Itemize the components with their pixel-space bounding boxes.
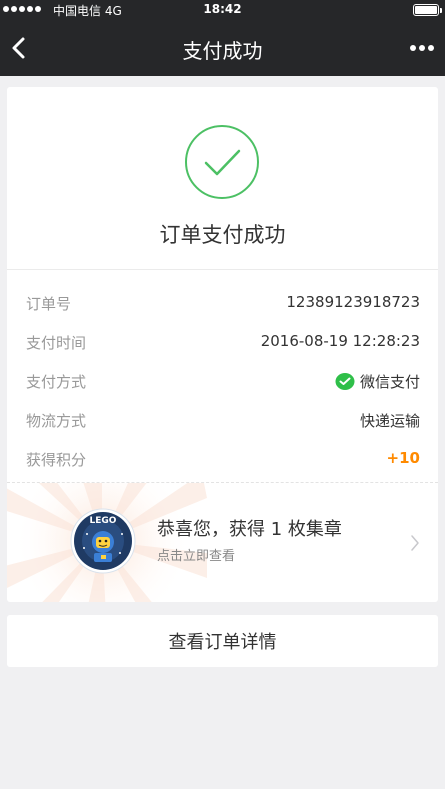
order-number-row: 订单号 12389123918723 [26, 293, 420, 313]
shipping-method-label: 物流方式 [26, 412, 87, 430]
points-earned-label: 获得积分 [26, 451, 87, 469]
badge-reward-subtitle: 点击立即查看 [157, 549, 236, 564]
wechat-pay-icon [335, 372, 355, 390]
payment-method-text: 微信支付 [359, 373, 420, 391]
order-number-value: 12389123918723 [286, 293, 420, 311]
check-circle-icon [185, 125, 259, 199]
badge-reward-title: 恭喜您，获得 1 枚集章 [157, 519, 342, 540]
order-number-label: 订单号 [26, 295, 72, 313]
status-bar: 中国电信 4G 18:42 [0, 0, 445, 20]
payment-method-value: 微信支付 [335, 371, 420, 392]
payment-time-value: 2016-08-19 12:28:23 [260, 332, 420, 350]
points-earned-row: 获得积分 +10 [26, 449, 420, 469]
shipping-method-value: 快递运输 [359, 412, 420, 430]
status-time: 18:42 [203, 2, 242, 16]
badge-reward-banner[interactable]: LEGO 恭喜您，获得 1 枚集章 点击立即查看 [7, 483, 438, 602]
navigation-bar: 支付成功 [0, 20, 445, 76]
payment-method-label: 支付方式 [26, 373, 87, 391]
badge-text: LEGO [90, 516, 117, 526]
payment-method-row: 支付方式 微信支付 [26, 371, 420, 391]
more-dots-icon [410, 45, 416, 51]
lego-badge-icon: LEGO [70, 508, 136, 574]
view-order-details-button[interactable]: 查看订单详情 [7, 615, 438, 667]
payment-time-label: 支付时间 [26, 334, 87, 352]
page-title: 支付成功 [182, 39, 263, 63]
divider [7, 269, 438, 270]
points-earned-value: +10 [386, 449, 420, 467]
more-button[interactable] [407, 36, 437, 60]
shipping-method-row: 物流方式 快递运输 [26, 410, 420, 430]
success-title: 订单支付成功 [159, 223, 286, 247]
battery-icon [413, 4, 442, 16]
payment-result-card: 订单支付成功 订单号 12389123918723 支付时间 2016-08-1… [7, 87, 438, 602]
payment-time-row: 支付时间 2016-08-19 12:28:23 [26, 332, 420, 352]
chevron-right-icon [411, 535, 419, 551]
